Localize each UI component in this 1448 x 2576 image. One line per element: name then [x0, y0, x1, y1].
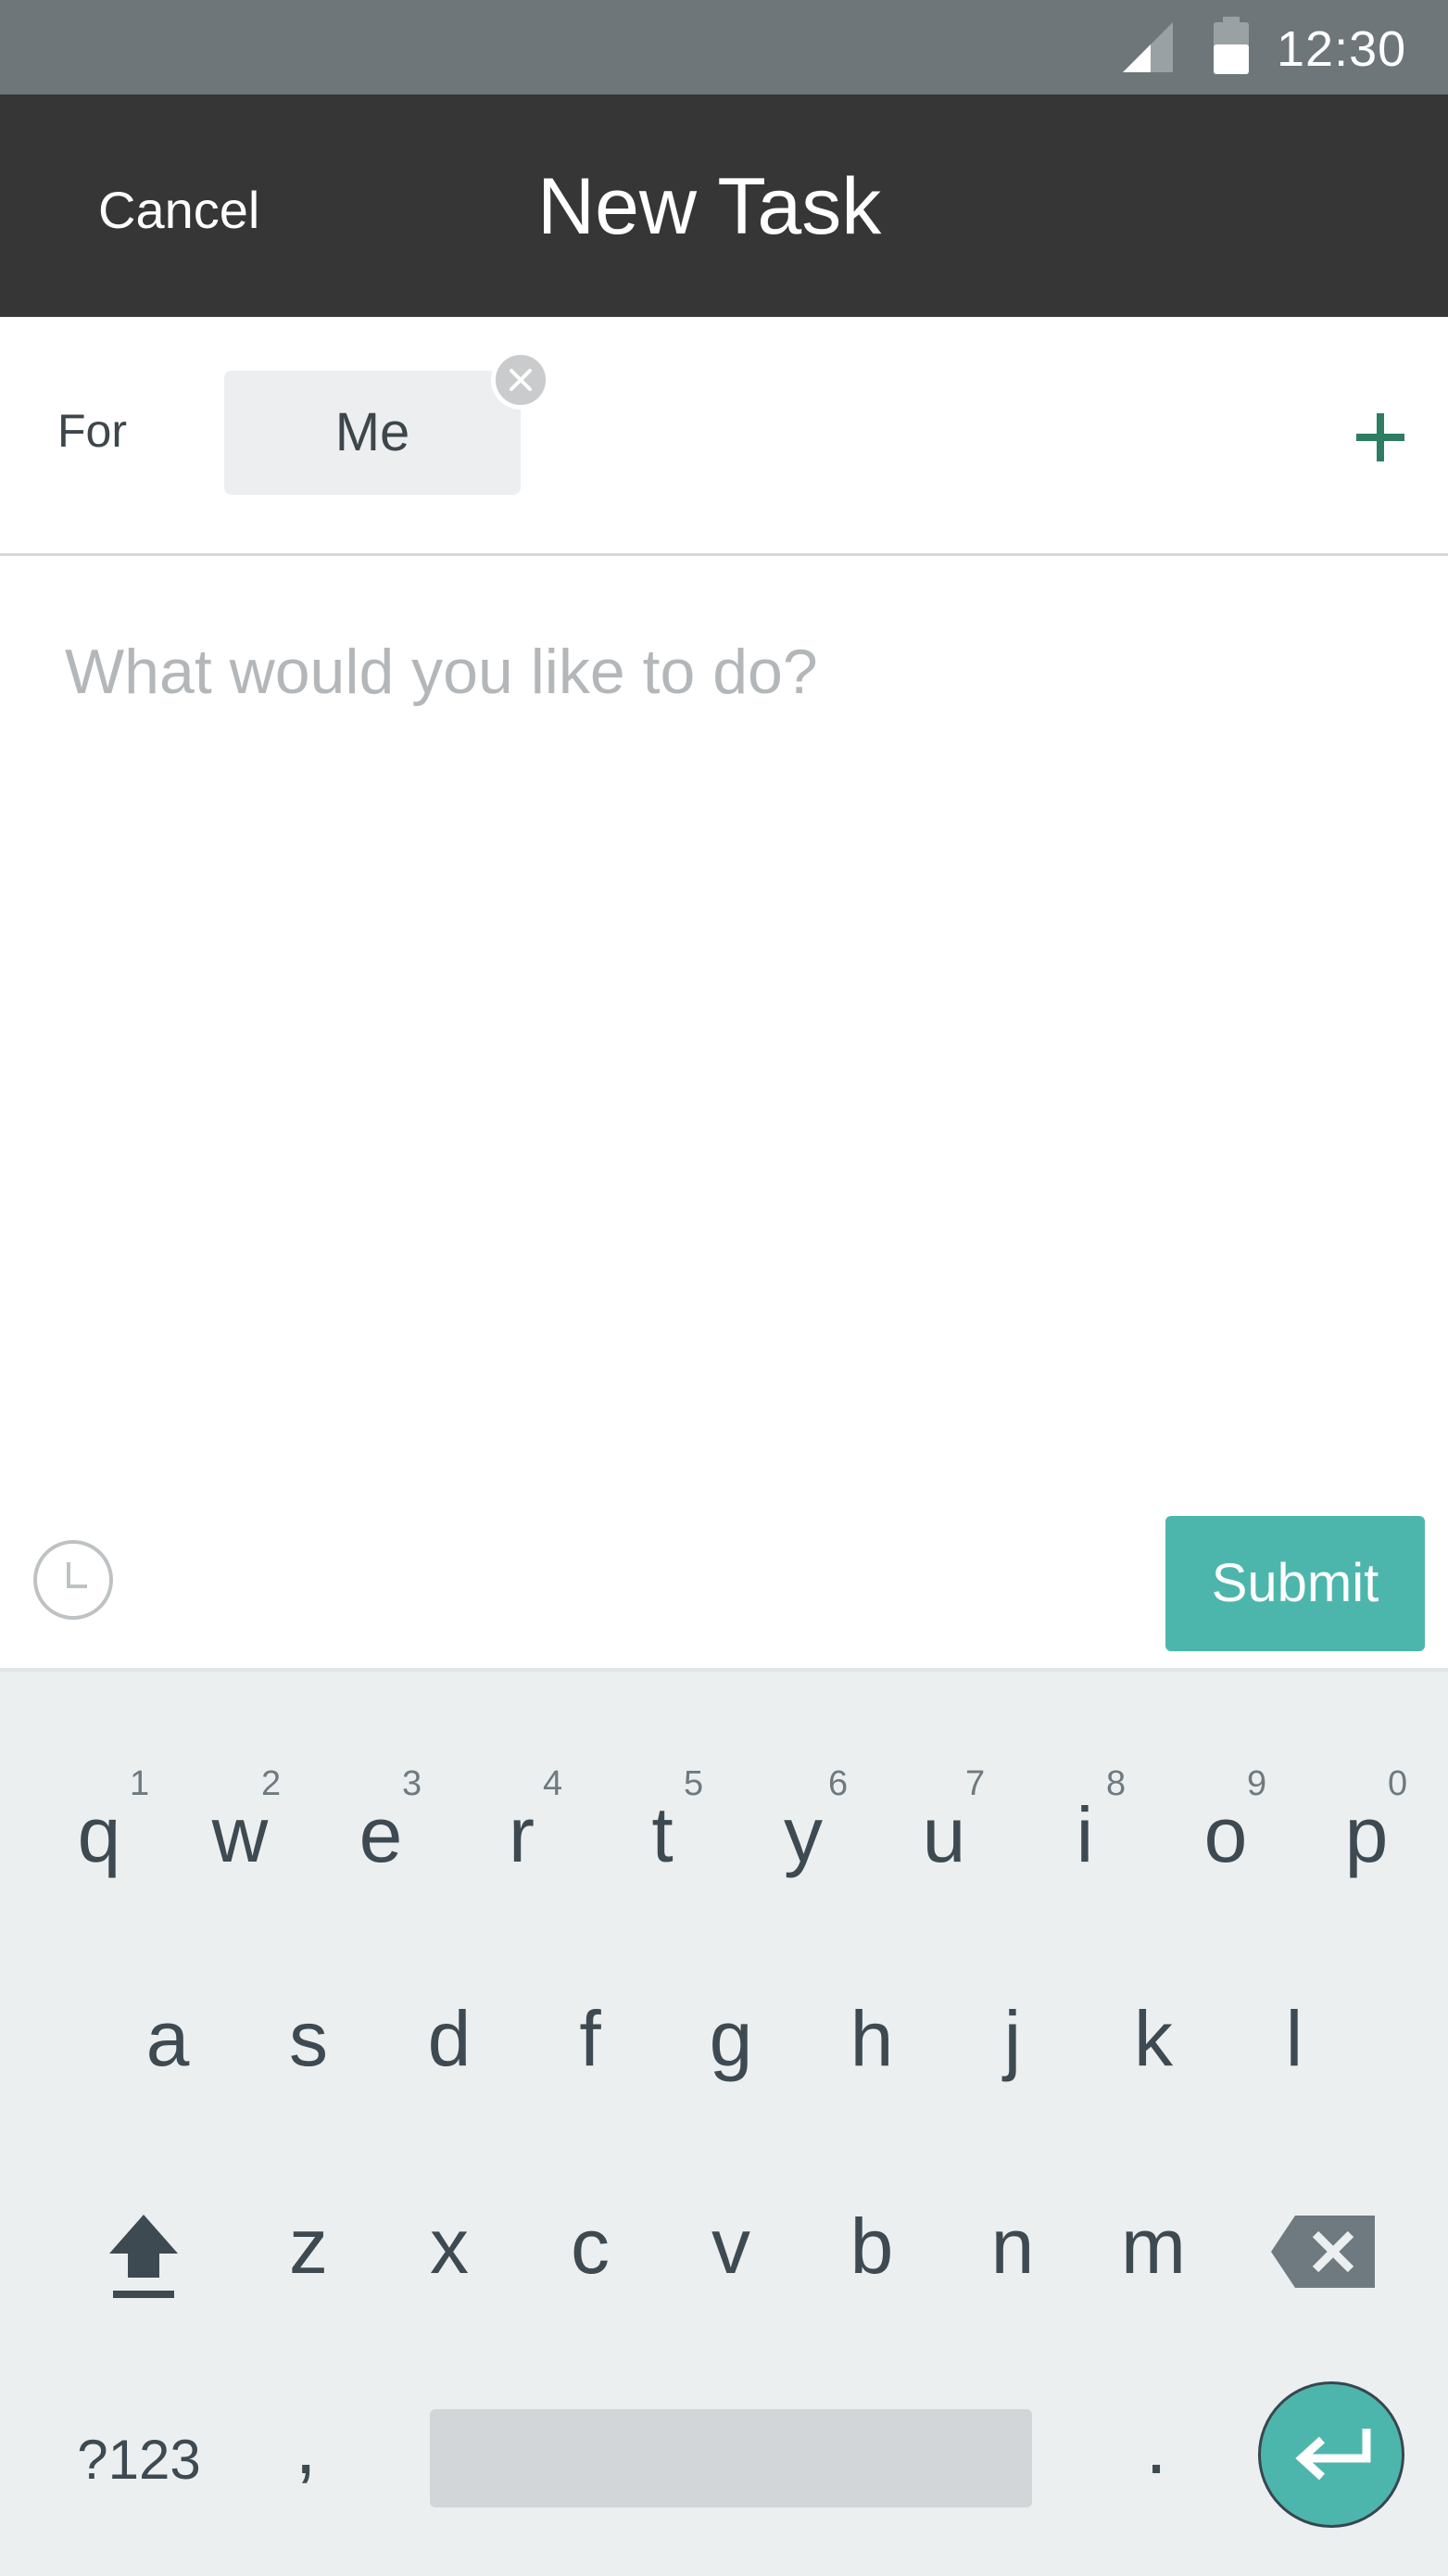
key-v[interactable]: v	[680, 2172, 782, 2320]
key-g[interactable]: g	[680, 1964, 782, 2113]
key-y[interactable]: y6	[752, 1761, 854, 1909]
key-l[interactable]: l	[1243, 1964, 1345, 2113]
key-o[interactable]: o9	[1175, 1761, 1277, 1909]
for-label: For	[57, 405, 127, 457]
key-t[interactable]: t5	[611, 1761, 713, 1909]
enter-icon[interactable]	[1258, 2381, 1404, 2528]
clock-time: 12:30	[1277, 21, 1407, 77]
submit-button[interactable]: Submit	[1165, 1516, 1425, 1651]
recipient-chip[interactable]: Me	[224, 371, 521, 495]
key-d[interactable]: d	[398, 1964, 500, 2113]
key-r[interactable]: r4	[471, 1761, 573, 1909]
recipient-chip-label: Me	[334, 402, 410, 462]
status-bar: 12:30	[0, 0, 1448, 95]
clock-icon[interactable]	[31, 1538, 115, 1622]
shift-icon[interactable]	[93, 2205, 195, 2307]
key-n[interactable]: n	[962, 2172, 1064, 2320]
key-k[interactable]: k	[1102, 1964, 1204, 2113]
key-w[interactable]: w2	[189, 1761, 291, 1909]
key-z[interactable]: z	[258, 2172, 359, 2320]
key-b[interactable]: b	[821, 2172, 923, 2320]
period-key[interactable]: .	[1101, 2377, 1212, 2516]
comma-key[interactable]: ,	[250, 2377, 361, 2516]
key-f[interactable]: f	[539, 1964, 641, 2113]
recipient-row: For Me	[0, 317, 1448, 556]
key-e[interactable]: e3	[330, 1761, 432, 1909]
key-x[interactable]: x	[398, 2172, 500, 2320]
key-h[interactable]: h	[821, 1964, 923, 2113]
backspace-icon[interactable]	[1271, 2210, 1382, 2293]
key-c[interactable]: c	[539, 2172, 641, 2320]
task-input[interactable]	[37, 612, 1408, 1446]
space-key[interactable]	[430, 2409, 1032, 2507]
signal-icon	[1123, 22, 1173, 72]
key-u[interactable]: u7	[893, 1761, 995, 1909]
key-j[interactable]: j	[962, 1964, 1064, 2113]
key-a[interactable]: a	[117, 1964, 219, 2113]
battery-icon	[1214, 17, 1249, 74]
key-p[interactable]: p0	[1316, 1761, 1417, 1909]
cancel-button[interactable]: Cancel	[98, 180, 259, 240]
key-i[interactable]: i8	[1034, 1761, 1136, 1909]
app-bar: Cancel New Task	[0, 95, 1448, 317]
symbols-key[interactable]: ?123	[56, 2391, 222, 2530]
page-title: New Task	[537, 162, 882, 251]
key-q[interactable]: q1	[48, 1761, 150, 1909]
key-m[interactable]: m	[1102, 2172, 1204, 2320]
add-icon[interactable]	[1351, 408, 1410, 467]
key-s[interactable]: s	[258, 1964, 359, 2113]
chip-remove-icon[interactable]	[491, 350, 550, 410]
